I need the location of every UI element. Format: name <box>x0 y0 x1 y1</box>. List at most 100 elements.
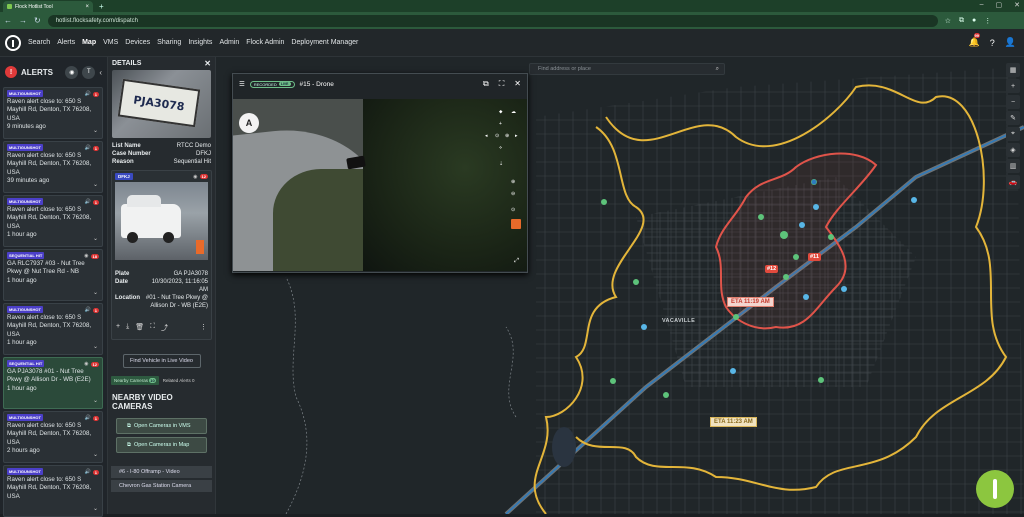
chevron-down-icon[interactable]: ⌄ <box>93 397 98 404</box>
fullscreen-icon[interactable]: ⛶ <box>499 79 505 89</box>
flock-logo-icon[interactable] <box>5 34 21 51</box>
chevron-down-icon[interactable]: ⌄ <box>93 451 98 458</box>
flock-assistant-button[interactable] <box>976 470 1014 508</box>
chevron-down-icon[interactable]: ⌄ <box>93 343 98 350</box>
compass-icon[interactable]: A <box>239 113 259 133</box>
close-video-icon[interactable]: ✕ <box>514 79 521 89</box>
expand-icon[interactable]: ⛶ <box>150 323 155 333</box>
extensions-icon[interactable]: ⧉ <box>959 17 964 25</box>
close-tab-icon[interactable]: × <box>85 4 89 10</box>
nav-search[interactable]: Search <box>28 39 50 46</box>
collapse-icon[interactable]: ‹ <box>99 68 102 77</box>
hamburger-icon[interactable]: ☰ <box>239 80 245 88</box>
open-cameras-map-button[interactable]: ⧉ Open Cameras in Map <box>116 437 207 453</box>
video-controls: ⬥ ☁ + ◂ ⊙ ⊕ ▸ ⋄ ⇣ ⊕ ⊖ ⊙ <box>485 109 521 259</box>
pan-right-icon[interactable]: ▸ <box>515 133 518 139</box>
nav-deployment-manager[interactable]: Deployment Manager <box>291 39 358 46</box>
alert-card[interactable]: MULTIGUNSHOT 🔊 1 Raven alert close to: 650 … <box>3 303 103 355</box>
tab-nearby-cameras[interactable]: Nearby Cameras 10 <box>111 376 159 385</box>
zoom-plus-icon[interactable]: + <box>499 121 502 127</box>
close-window-icon[interactable]: ✕ <box>1014 1 1020 9</box>
alert-card[interactable]: MULTIGUNSHOT 🔊 1 Raven alert close to: 650 … <box>3 87 103 139</box>
pan-left-icon[interactable]: ◂ <box>485 133 488 139</box>
expand-video-icon[interactable]: ⤢ <box>514 258 519 265</box>
minimize-icon[interactable]: – <box>980 1 984 9</box>
back-icon[interactable]: ← <box>4 16 12 25</box>
vehicle-icon[interactable]: 🚗 <box>1006 175 1020 189</box>
new-tab-icon[interactable]: + <box>99 2 104 11</box>
nav-flock-admin[interactable]: Flock Admin <box>246 39 284 46</box>
chevron-down-icon[interactable]: ⌄ <box>93 127 98 134</box>
map-view[interactable]: VACAVILLE ETA 11:19 AM ETA 11:23 AM #12 … <box>216 57 1024 514</box>
browser-tab[interactable]: Flock Hotlist Tool × <box>3 1 93 12</box>
zoom-in-icon[interactable]: + <box>1006 79 1020 93</box>
alert-card[interactable]: SEQUENTIAL HIT ◉ 12 GA PJA3078 #01 - Nut Tr… <box>3 357 103 409</box>
layers-icon[interactable]: ▦ <box>1006 63 1020 77</box>
tilt-icon[interactable]: ⋄ <box>499 145 502 151</box>
close-details-icon[interactable]: ✕ <box>204 59 211 68</box>
filter-icon[interactable]: T <box>82 65 96 79</box>
alert-card[interactable]: MULTIGUNSHOT 🔊 1 Raven alert close to: 650 … <box>3 411 103 463</box>
add-icon[interactable]: + <box>116 323 120 333</box>
tab-related-alerts[interactable]: Related Alerts 0 <box>163 378 195 383</box>
chevron-down-icon[interactable]: ⌄ <box>93 505 98 512</box>
basemap-icon[interactable]: ◈ <box>1006 143 1020 157</box>
drone-video-window[interactable]: ☰ RECORDED LIVE #15 - Drone ⧉ ⛶ ✕ A ⬥ ☁ +… <box>232 73 528 273</box>
hit-card[interactable]: DFKJ ◉ 12 Plate GA PJA3078 Date 10/30/2023,… <box>111 170 212 340</box>
nav-alerts[interactable]: Alerts <box>57 39 75 46</box>
camera-item[interactable]: #6 - I-80 Offramp - Video <box>111 466 212 478</box>
nav-vms[interactable]: VMS <box>103 39 118 46</box>
alert-card[interactable]: SEQUENTIAL HIT ◉ 18 GA RLC7937 #03 - Nut Tr… <box>3 249 103 301</box>
alert-card[interactable]: MULTIGUNSHOT 🔊 1 Raven alert close to: 650 … <box>3 195 103 247</box>
pin-icon[interactable]: ⬥ <box>499 109 503 115</box>
cloud-icon[interactable]: ☁ <box>511 109 516 115</box>
plate-image[interactable]: PJA3078 <box>112 70 211 138</box>
drone-marker-11[interactable]: #11 <box>808 253 821 261</box>
more-icon[interactable]: ⋮ <box>200 323 207 333</box>
chevron-down-icon[interactable]: ⌄ <box>93 181 98 188</box>
nav-devices[interactable]: Devices <box>125 39 150 46</box>
zoom-out-video-icon[interactable]: ⊖ <box>511 191 515 197</box>
gimbal-icon[interactable]: ⊙ <box>495 133 499 139</box>
nav-sharing[interactable]: Sharing <box>157 39 181 46</box>
zoom-out-icon[interactable]: − <box>1006 95 1020 109</box>
chart-icon[interactable]: ▥ <box>1006 159 1020 173</box>
alert-card[interactable]: MULTIGUNSHOT 🔊 1 Raven alert close to: 650 … <box>3 141 103 193</box>
camera-item[interactable]: Chevron Gas Station Camera <box>111 480 212 492</box>
alert-card[interactable]: MULTIGUNSHOT 🔊 1 Raven alert close to: 650 … <box>3 465 103 517</box>
nav-insights[interactable]: Insights <box>188 39 212 46</box>
target-icon[interactable]: ⊕ <box>505 133 509 139</box>
chevron-down-icon[interactable]: ⌄ <box>93 235 98 242</box>
drone-marker-12[interactable]: #12 <box>765 265 779 273</box>
address-search-input[interactable]: Find address or place ⌕ <box>529 63 725 75</box>
reload-icon[interactable]: ↻ <box>34 16 41 25</box>
arrow-down-icon[interactable]: ⇣ <box>499 161 503 167</box>
measure-icon[interactable]: ⌖ <box>1006 127 1020 141</box>
user-settings-icon[interactable]: 👤 <box>1005 37 1016 48</box>
bookmark-star-icon[interactable]: ☆ <box>945 17 951 25</box>
download-icon[interactable]: ⤓ <box>126 323 129 333</box>
help-icon[interactable]: ? <box>990 38 995 48</box>
delete-icon[interactable]: 🗑 <box>135 323 144 333</box>
search-icon[interactable]: ⌕ <box>716 66 719 73</box>
chevron-down-icon[interactable]: ⌄ <box>93 289 98 296</box>
record-button[interactable] <box>511 219 521 229</box>
find-vehicle-button[interactable]: Find Vehicle in Live Video <box>122 354 201 368</box>
browser-menu-icon[interactable]: ⋮ <box>984 17 991 25</box>
url-field[interactable]: hotlist.flocksafety.com/dispatch <box>47 14 938 27</box>
popout-icon[interactable]: ⧉ <box>483 79 489 89</box>
forward-icon[interactable]: → <box>19 16 27 25</box>
camera-filter-icon[interactable]: ◉ <box>65 65 79 79</box>
draw-icon[interactable]: ✎ <box>1006 111 1020 125</box>
camera-snap-icon[interactable]: ⊙ <box>511 207 515 213</box>
share-icon[interactable]: ⤴ <box>161 323 168 333</box>
notifications-bell-icon[interactable]: 🔔 99 <box>969 33 980 48</box>
open-cameras-vms-button[interactable]: ⧉ Open Cameras in VMS <box>116 418 207 434</box>
nav-admin[interactable]: Admin <box>219 39 239 46</box>
vehicle-image[interactable] <box>115 182 208 260</box>
maximize-icon[interactable]: ▢ <box>996 1 1003 9</box>
nav-map[interactable]: Map <box>82 39 96 46</box>
profile-icon[interactable]: ● <box>972 17 976 25</box>
zoom-in-video-icon[interactable]: ⊕ <box>511 179 515 185</box>
drone-video-feed[interactable]: A ⬥ ☁ + ◂ ⊙ ⊕ ▸ ⋄ ⇣ ⊕ ⊖ ⊙ ⤢ <box>233 99 527 271</box>
